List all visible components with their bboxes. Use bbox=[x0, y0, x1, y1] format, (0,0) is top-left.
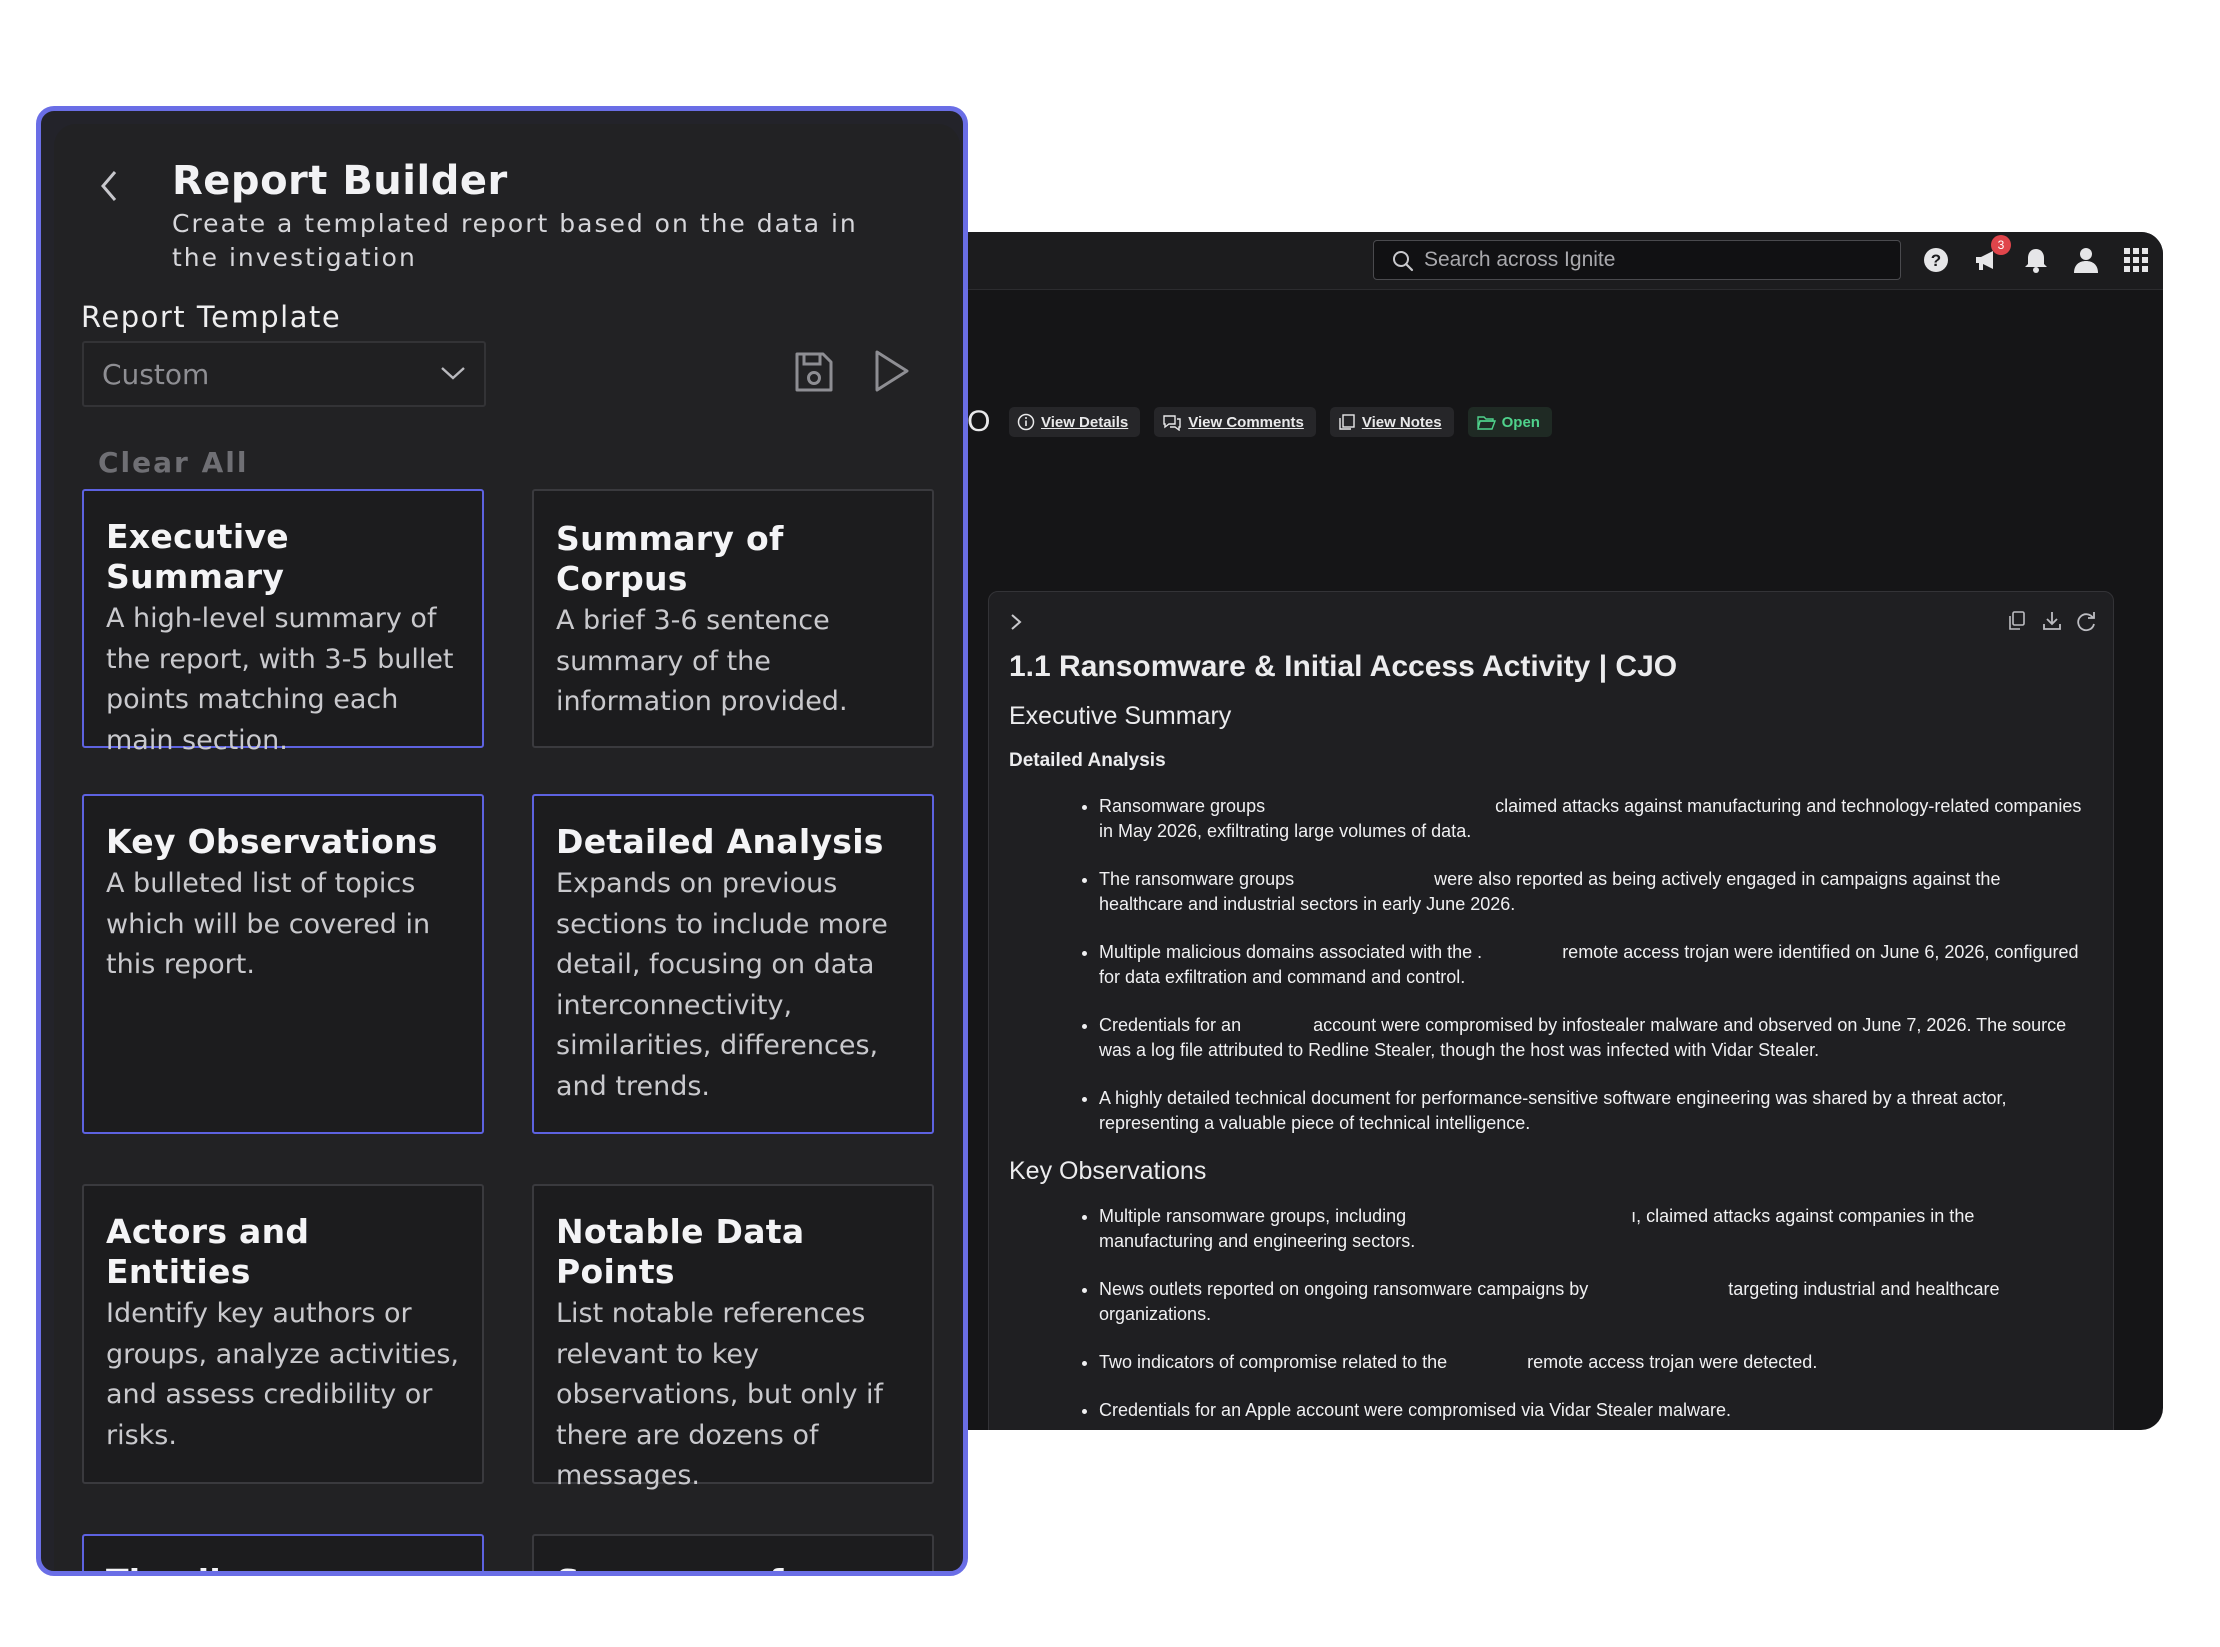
card-description: A brief 3-6 sentence summary of the info… bbox=[556, 605, 848, 717]
card-description: List notable references relevant to key … bbox=[556, 1298, 884, 1491]
apps-grid-icon[interactable] bbox=[2122, 246, 2150, 274]
card-title: Detailed Analysis bbox=[556, 822, 884, 861]
back-chevron-icon[interactable] bbox=[94, 166, 124, 206]
card-title: Actors and Entities bbox=[106, 1212, 310, 1291]
svg-text:?: ? bbox=[1931, 251, 1941, 270]
card-title: Key Observations bbox=[106, 822, 438, 861]
list-item: News outlets reported on ongoing ransomw… bbox=[1099, 1277, 2089, 1327]
clear-all-button[interactable]: Clear All bbox=[98, 446, 248, 479]
list-item-text: A highly detailed technical document for… bbox=[1099, 1088, 2007, 1133]
list-item: The ransomware groupswere also reported … bbox=[1099, 867, 2089, 917]
search-icon bbox=[1393, 251, 1414, 272]
list-item: Multiple ransomware groups, includingı, … bbox=[1099, 1204, 2089, 1254]
copy-icon[interactable] bbox=[2007, 610, 2027, 632]
folder-open-icon bbox=[1476, 416, 1496, 430]
status-badge: Open bbox=[1467, 407, 1552, 437]
search-input[interactable]: Search across Ignite bbox=[1373, 240, 1901, 280]
list-item-text: The ransomware groups bbox=[1099, 869, 1295, 889]
card-detailed-analysis[interactable]: Detailed Analysis Expands on previous se… bbox=[532, 794, 934, 1134]
list-item-text: Credentials for an bbox=[1099, 1015, 1242, 1035]
report-title: 1.1 Ransomware & Initial Access Activity… bbox=[1009, 650, 1678, 683]
comments-icon bbox=[1163, 415, 1181, 431]
notification-count-badge: 3 bbox=[1991, 235, 2011, 255]
top-bar: Search across Ignite ? 3 bbox=[900, 232, 2163, 290]
refresh-icon[interactable] bbox=[2075, 610, 2097, 632]
report-template-value: Custom bbox=[102, 357, 210, 391]
view-details-button[interactable]: View Details bbox=[1008, 407, 1141, 437]
report-preview-panel: 1.1 Ransomware & Initial Access Activity… bbox=[988, 591, 2114, 1430]
card-summary-of-corpus[interactable]: Summary of Corpus A brief 3-6 sentence s… bbox=[532, 489, 934, 748]
chevron-down-icon bbox=[441, 367, 465, 380]
card-title: Summary of Sources bbox=[556, 1562, 910, 1571]
list-item-text: remote access trojan were detected. bbox=[1527, 1352, 1818, 1372]
panel-title: Report Builder bbox=[172, 158, 508, 204]
list-item: Credentials for anaccount were compromis… bbox=[1099, 1013, 2089, 1063]
view-notes-label: View Notes bbox=[1361, 413, 1442, 431]
card-notable-data-points[interactable]: Notable Data Points List notable referen… bbox=[532, 1184, 934, 1491]
card-title: Notable Data Points bbox=[556, 1212, 805, 1291]
play-icon[interactable] bbox=[870, 346, 912, 396]
list-item-text: Multiple ransomware groups, including bbox=[1099, 1206, 1407, 1226]
download-icon[interactable] bbox=[2041, 610, 2063, 632]
card-title: Timeline bbox=[106, 1562, 460, 1571]
info-icon bbox=[1017, 413, 1035, 431]
report-builder-body: Report Builder Create a templated report… bbox=[54, 124, 960, 1571]
report-template-select[interactable]: Custom bbox=[82, 341, 486, 407]
list-item: Multiple malicious domains associated wi… bbox=[1099, 940, 2089, 990]
card-description: A bulleted list of topics which will be … bbox=[106, 868, 431, 980]
card-title: Executive Summary bbox=[106, 517, 289, 596]
list-item: Two indicators of compromise related to … bbox=[1099, 1350, 2089, 1375]
card-key-observations[interactable]: Key Observations A bulleted list of topi… bbox=[82, 794, 484, 1134]
panel-subtitle: Create a templated report based on the d… bbox=[172, 209, 858, 272]
list-item-text: account were compromised by infostealer … bbox=[1099, 1015, 2067, 1060]
bell-icon[interactable] bbox=[2022, 246, 2050, 274]
list-item: Credentials for an Apple account were co… bbox=[1099, 1398, 2089, 1423]
view-comments-button[interactable]: View Comments bbox=[1154, 407, 1316, 437]
executive-summary-heading: Executive Summary bbox=[1009, 702, 1232, 730]
report-builder-panel: Report Builder Create a templated report… bbox=[36, 106, 968, 1576]
user-icon[interactable] bbox=[2072, 246, 2100, 274]
list-item-text: Multiple malicious domains associated wi… bbox=[1099, 942, 1483, 962]
status-label: Open bbox=[1501, 413, 1540, 431]
card-actors-and-entities[interactable]: Actors and Entities Identify key authors… bbox=[82, 1184, 484, 1484]
card-summary-of-sources[interactable]: Summary of Sources bbox=[532, 1534, 934, 1571]
detailed-analysis-heading: Detailed Analysis bbox=[1009, 750, 1166, 771]
card-description: Expands on previous sections to include … bbox=[556, 868, 888, 1102]
investigation-title-row: y | CJO View Details View Comments View … bbox=[900, 402, 1566, 442]
list-item: Ransomware groupsclaimed attacks against… bbox=[1099, 794, 2089, 844]
notes-icon bbox=[1339, 414, 1355, 430]
list-item-text: News outlets reported on ongoing ransomw… bbox=[1099, 1279, 1589, 1299]
view-notes-button[interactable]: View Notes bbox=[1329, 407, 1454, 437]
detailed-analysis-list: Ransomware groupsclaimed attacks against… bbox=[1009, 794, 2089, 1136]
card-executive-summary[interactable]: Executive Summary A high-level summary o… bbox=[82, 489, 484, 756]
card-title: Summary of Corpus bbox=[556, 519, 784, 598]
card-timeline[interactable]: Timeline bbox=[82, 1534, 484, 1571]
save-icon[interactable] bbox=[792, 348, 836, 396]
report-template-label: Report Template bbox=[81, 300, 342, 334]
report-toolbar bbox=[989, 592, 2113, 642]
help-icon[interactable]: ? bbox=[1922, 246, 1950, 274]
chevron-right-icon[interactable] bbox=[1009, 612, 1023, 632]
list-item-text: Ransomware groups bbox=[1099, 796, 1266, 816]
view-details-label: View Details bbox=[1040, 413, 1129, 431]
card-description: A high-level summary of the report, with… bbox=[106, 603, 454, 756]
view-comments-label: View Comments bbox=[1188, 413, 1304, 431]
key-observations-list: Multiple ransomware groups, includingı, … bbox=[1009, 1204, 2089, 1423]
list-item: A highly detailed technical document for… bbox=[1099, 1086, 2089, 1136]
list-item-text: Credentials for an Apple account were co… bbox=[1099, 1400, 1731, 1420]
search-placeholder: Search across Ignite bbox=[1424, 248, 1616, 271]
key-observations-heading: Key Observations bbox=[1009, 1157, 1207, 1185]
card-description: Identify key authors or groups, analyze … bbox=[106, 1298, 460, 1451]
list-item-text: Two indicators of compromise related to … bbox=[1099, 1352, 1448, 1372]
app-window: Search across Ignite ? 3 y | CJO bbox=[900, 232, 2163, 1430]
